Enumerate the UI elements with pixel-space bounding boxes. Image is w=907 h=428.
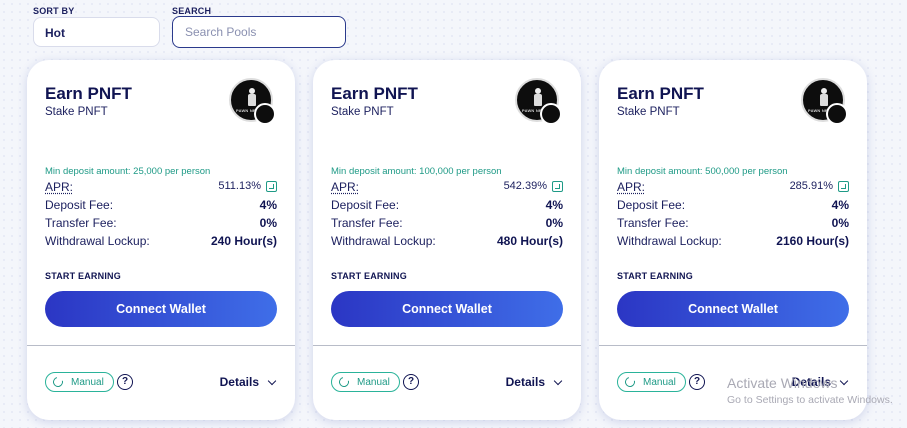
transfer-fee-label: Transfer Fee:: [45, 216, 117, 230]
pool-card: Earn PNFT Stake PNFT PAWN NFT Min deposi…: [599, 60, 867, 420]
filter-bar: SORT BY Hot SEARCH: [0, 0, 907, 56]
pool-logo: PAWN NFT: [515, 78, 562, 125]
deposit-fee-row: Deposit Fee: 4%: [45, 198, 277, 214]
apr-row: APR: 511.13%: [45, 180, 277, 196]
min-deposit: Min deposit amount: 500,000 per person: [617, 166, 788, 177]
lockup-label: Withdrawal Lockup:: [617, 234, 722, 248]
manual-badge: Manual: [331, 372, 400, 392]
deposit-fee-row: Deposit Fee: 4%: [617, 198, 849, 214]
lockup-row: Withdrawal Lockup: 480 Hour(s): [331, 234, 563, 250]
apr-value: 511.13%: [218, 180, 261, 192]
transfer-fee-row: Transfer Fee: 0%: [331, 216, 563, 232]
help-icon[interactable]: ?: [403, 374, 419, 390]
lockup-value: 2160 Hour(s): [776, 234, 849, 248]
help-icon[interactable]: ?: [117, 374, 133, 390]
refresh-icon: [51, 375, 65, 389]
lockup-label: Withdrawal Lockup:: [45, 234, 150, 248]
apr-label[interactable]: APR:: [617, 180, 645, 194]
help-icon[interactable]: ?: [689, 374, 705, 390]
pool-subtitle: Stake PNFT: [331, 106, 394, 118]
details-label: Details: [505, 375, 545, 389]
apr-label[interactable]: APR:: [45, 180, 73, 194]
deposit-fee-label: Deposit Fee:: [45, 198, 114, 212]
chevron-down-icon: [839, 376, 849, 385]
chevron-down-icon: [553, 376, 563, 385]
manual-label: Manual: [71, 376, 104, 388]
transfer-fee-label: Transfer Fee:: [617, 216, 689, 230]
deposit-fee-label: Deposit Fee:: [331, 198, 400, 212]
mini-logo-icon: [826, 103, 848, 125]
transfer-fee-value: 0%: [545, 216, 563, 230]
apr-value: 285.91%: [789, 180, 833, 192]
refresh-icon: [337, 375, 351, 389]
details-toggle[interactable]: Details: [219, 375, 277, 389]
connect-wallet-button[interactable]: Connect Wallet: [331, 291, 563, 327]
lockup-value: 480 Hour(s): [496, 234, 563, 248]
connect-wallet-button[interactable]: Connect Wallet: [617, 291, 849, 327]
deposit-fee-value: 4%: [831, 198, 849, 212]
pawn-icon: [248, 88, 256, 108]
transfer-fee-value: 0%: [259, 216, 277, 230]
pool-card: Earn PNFT Stake PNFT PAWN NFT Min deposi…: [27, 60, 295, 420]
details-label: Details: [791, 375, 831, 389]
sort-by-label: SORT BY: [33, 6, 75, 16]
connect-wallet-button[interactable]: Connect Wallet: [45, 291, 277, 327]
apr-value: 542.39%: [503, 180, 547, 192]
mini-logo-icon: [254, 103, 276, 125]
details-toggle[interactable]: Details: [505, 375, 563, 389]
calculator-icon[interactable]: [838, 181, 849, 192]
search-input[interactable]: [172, 16, 346, 48]
lockup-row: Withdrawal Lockup: 2160 Hour(s): [617, 234, 849, 250]
deposit-fee-value: 4%: [545, 198, 563, 212]
pool-title: Earn PNFT: [617, 84, 704, 103]
start-earning-label: START EARNING: [331, 271, 407, 281]
transfer-fee-value: 0%: [831, 216, 849, 230]
apr-row: APR: 285.91%: [617, 180, 849, 196]
sort-by-select[interactable]: Hot: [33, 17, 160, 47]
details-toggle[interactable]: Details: [791, 375, 849, 389]
manual-badge: Manual: [45, 372, 114, 392]
refresh-icon: [623, 375, 637, 389]
pool-title: Earn PNFT: [331, 84, 418, 103]
details-label: Details: [219, 375, 259, 389]
pool-logo: PAWN NFT: [229, 78, 276, 125]
start-earning-label: START EARNING: [45, 271, 121, 281]
chevron-down-icon: [267, 376, 277, 385]
min-deposit: Min deposit amount: 25,000 per person: [45, 166, 211, 177]
transfer-fee-label: Transfer Fee:: [331, 216, 403, 230]
deposit-fee-label: Deposit Fee:: [617, 198, 686, 212]
pool-logo: PAWN NFT: [801, 78, 848, 125]
transfer-fee-row: Transfer Fee: 0%: [617, 216, 849, 232]
pool-card: Earn PNFT Stake PNFT PAWN NFT Min deposi…: [313, 60, 581, 420]
apr-row: APR: 542.39%: [331, 180, 563, 196]
deposit-fee-value: 4%: [259, 198, 277, 212]
transfer-fee-row: Transfer Fee: 0%: [45, 216, 277, 232]
manual-label: Manual: [643, 376, 676, 388]
lockup-label: Withdrawal Lockup:: [331, 234, 436, 248]
deposit-fee-row: Deposit Fee: 4%: [331, 198, 563, 214]
pool-subtitle: Stake PNFT: [617, 106, 680, 118]
mini-logo-icon: [540, 103, 562, 125]
lockup-value: 240 Hour(s): [210, 234, 277, 248]
divider: [599, 345, 867, 346]
manual-label: Manual: [357, 376, 390, 388]
manual-badge: Manual: [617, 372, 686, 392]
pawn-icon: [534, 88, 542, 108]
divider: [313, 345, 581, 346]
search-label: SEARCH: [172, 6, 212, 16]
min-deposit: Min deposit amount: 100,000 per person: [331, 166, 502, 177]
calculator-icon[interactable]: [552, 181, 563, 192]
divider: [27, 345, 295, 346]
pawn-icon: [820, 88, 828, 108]
start-earning-label: START EARNING: [617, 271, 693, 281]
apr-label[interactable]: APR:: [331, 180, 359, 194]
pool-title: Earn PNFT: [45, 84, 132, 103]
pool-subtitle: Stake PNFT: [45, 106, 108, 118]
calculator-icon[interactable]: [266, 181, 277, 192]
lockup-row: Withdrawal Lockup: 240 Hour(s): [45, 234, 277, 250]
